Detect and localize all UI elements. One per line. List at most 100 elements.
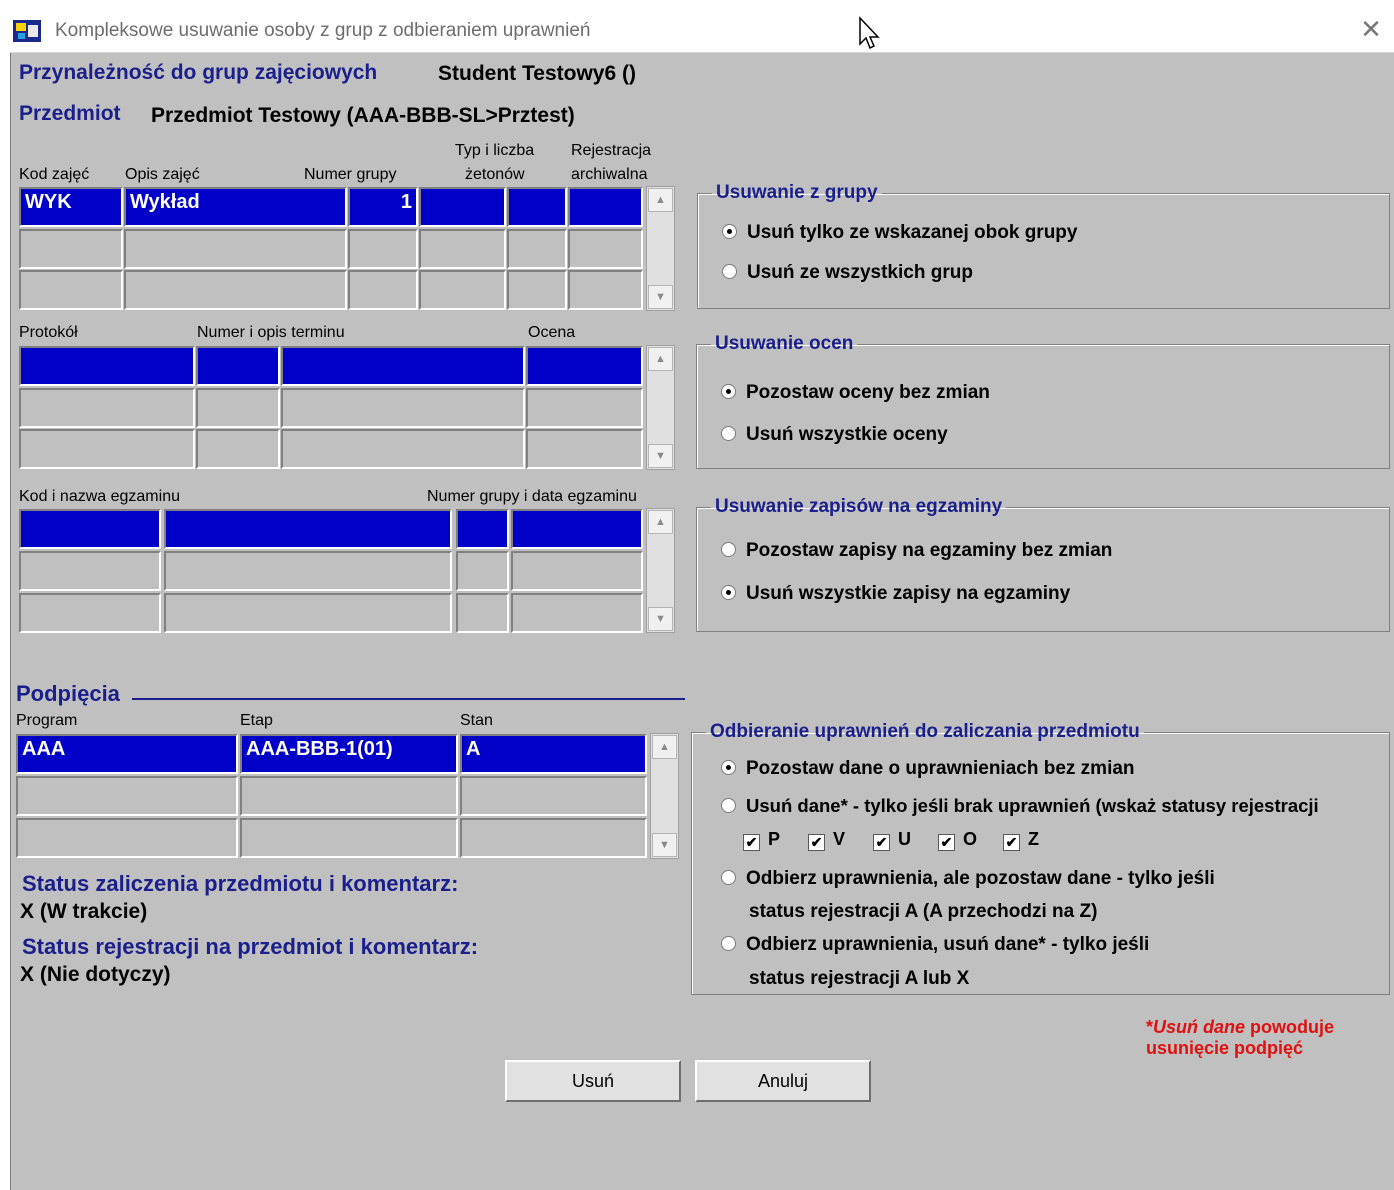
group-cell-empty[interactable]: [124, 229, 347, 269]
group-cell-empty[interactable]: [19, 229, 123, 269]
scroll-down-icon[interactable]: ▼: [648, 607, 673, 631]
status-checkbox-p[interactable]: ✔ P: [743, 829, 780, 851]
podpiecia-scrollbar[interactable]: ▲ ▼: [650, 733, 679, 859]
scroll-up-icon[interactable]: ▲: [648, 510, 673, 534]
exam-cell[interactable]: [511, 509, 643, 549]
group-cell-zetony[interactable]: [507, 187, 567, 227]
exam-scrollbar[interactable]: ▲ ▼: [646, 508, 675, 633]
protocol-cell-empty[interactable]: [526, 388, 643, 428]
checkmark-icon[interactable]: ✔: [1003, 834, 1020, 851]
radio-icon[interactable]: [721, 760, 736, 775]
checkmark-icon[interactable]: ✔: [938, 834, 955, 851]
group-cell-rej[interactable]: [568, 187, 643, 227]
protocol-cell-empty[interactable]: [196, 388, 280, 428]
podpiecia-cell-stan[interactable]: A: [460, 734, 647, 774]
protocol-cell[interactable]: [526, 346, 643, 386]
group-cell-empty[interactable]: [507, 229, 567, 269]
exam-cell-empty[interactable]: [456, 551, 509, 591]
radio-icon[interactable]: [721, 870, 736, 885]
remove-group-option-2-label: Usuń ze wszystkich grup: [747, 262, 973, 283]
revoke-option-4[interactable]: Odbierz uprawnienia, usuń dane* - tylko …: [721, 934, 1149, 956]
protocol-cell-empty[interactable]: [19, 388, 195, 428]
scroll-down-icon[interactable]: ▼: [652, 833, 677, 857]
radio-icon[interactable]: [721, 542, 736, 557]
exam-cell-empty[interactable]: [511, 551, 643, 591]
podpiecia-cell-empty[interactable]: [240, 776, 458, 816]
podpiecia-cell-empty[interactable]: [460, 776, 647, 816]
cancel-button[interactable]: Anuluj: [695, 1060, 871, 1102]
remove-group-option-2[interactable]: Usuń ze wszystkich grup: [722, 262, 973, 284]
status-checkbox-z[interactable]: ✔ Z: [1003, 829, 1039, 851]
checkmark-icon[interactable]: ✔: [873, 834, 890, 851]
exam-cell-empty[interactable]: [19, 593, 161, 633]
exam-cell-empty[interactable]: [456, 593, 509, 633]
protocol-cell-empty[interactable]: [281, 429, 525, 469]
protocol-cell-empty[interactable]: [281, 388, 525, 428]
remove-grades-option-1[interactable]: Pozostaw oceny bez zmian: [721, 382, 990, 404]
podpiecia-cell-etap[interactable]: AAA-BBB-1(01): [240, 734, 458, 774]
radio-icon[interactable]: [722, 224, 737, 239]
close-icon[interactable]: ✕: [1354, 14, 1388, 44]
revoke-option-2[interactable]: Usuń dane* - tylko jeśli brak uprawnień …: [721, 795, 1319, 817]
status-checkbox-u[interactable]: ✔ U: [873, 829, 911, 851]
group-cell-empty[interactable]: [568, 229, 643, 269]
status-checkbox-v[interactable]: ✔ V: [808, 829, 845, 851]
delete-button[interactable]: Usuń: [505, 1060, 681, 1102]
scroll-up-icon[interactable]: ▲: [652, 735, 677, 759]
exam-cell-empty[interactable]: [511, 593, 643, 633]
podpiecia-cell-empty[interactable]: [16, 776, 238, 816]
group-cell-empty[interactable]: [419, 270, 506, 310]
podpiecia-cell-empty[interactable]: [460, 818, 647, 858]
radio-icon[interactable]: [721, 426, 736, 441]
protocol-cell[interactable]: [281, 346, 525, 386]
group-cell-empty[interactable]: [124, 270, 347, 310]
podpiecia-cell-empty[interactable]: [240, 818, 458, 858]
protocol-cell-empty[interactable]: [196, 429, 280, 469]
podpiecia-cell-empty[interactable]: [16, 818, 238, 858]
exam-cell-empty[interactable]: [164, 593, 452, 633]
checkmark-icon[interactable]: ✔: [808, 834, 825, 851]
group-cell-opis[interactable]: Wykład: [124, 187, 347, 227]
protocol-cell-empty[interactable]: [19, 429, 195, 469]
scroll-up-icon[interactable]: ▲: [648, 347, 673, 371]
remove-grades-option-2[interactable]: Usuń wszystkie oceny: [721, 424, 948, 446]
col-header-rej-1: Rejestracja: [571, 142, 652, 159]
revoke-option-1[interactable]: Pozostaw dane o uprawnieniach bez zmian: [721, 758, 1135, 780]
scroll-down-icon[interactable]: ▼: [648, 285, 673, 309]
radio-icon[interactable]: [721, 384, 736, 399]
exam-cell[interactable]: [456, 509, 509, 549]
protocol-cell[interactable]: [19, 346, 195, 386]
group-cell-empty[interactable]: [348, 270, 418, 310]
radio-icon[interactable]: [721, 585, 736, 600]
protocol-cell[interactable]: [196, 346, 280, 386]
exam-cell-empty[interactable]: [19, 551, 161, 591]
radio-icon[interactable]: [721, 798, 736, 813]
group-cell-numer[interactable]: 1: [348, 187, 418, 227]
group-cell-typ[interactable]: [419, 187, 506, 227]
groups-scrollbar[interactable]: ▲ ▼: [646, 186, 675, 311]
checkmark-icon[interactable]: ✔: [743, 834, 760, 851]
status-checkbox-o[interactable]: ✔ O: [938, 829, 977, 851]
remove-exams-option-1[interactable]: Pozostaw zapisy na egzaminy bez zmian: [721, 540, 1112, 562]
scroll-up-icon[interactable]: ▲: [648, 188, 673, 212]
remove-exams-option-2[interactable]: Usuń wszystkie zapisy na egzaminy: [721, 583, 1070, 605]
protocol-scrollbar[interactable]: ▲ ▼: [646, 345, 675, 470]
group-cell-empty[interactable]: [507, 270, 567, 310]
remove-group-option-1[interactable]: Usuń tylko ze wskazanej obok grupy: [722, 222, 1077, 244]
radio-icon[interactable]: [721, 936, 736, 951]
revoke-option-3[interactable]: Odbierz uprawnienia, ale pozostaw dane -…: [721, 868, 1215, 890]
status-checkbox-v-label: V: [833, 829, 846, 849]
group-cell-empty[interactable]: [568, 270, 643, 310]
exam-cell[interactable]: [164, 509, 452, 549]
group-cell-empty[interactable]: [419, 229, 506, 269]
group-cell-empty[interactable]: [19, 270, 123, 310]
protocol-cell-empty[interactable]: [526, 429, 643, 469]
scroll-down-icon[interactable]: ▼: [648, 444, 673, 468]
exam-cell[interactable]: [19, 509, 161, 549]
podpiecia-cell-program[interactable]: AAA: [16, 734, 238, 774]
podpiecia-title: Podpięcia: [16, 681, 120, 706]
radio-icon[interactable]: [722, 264, 737, 279]
group-cell-kod[interactable]: WYK: [19, 187, 123, 227]
group-cell-empty[interactable]: [348, 229, 418, 269]
exam-cell-empty[interactable]: [164, 551, 452, 591]
